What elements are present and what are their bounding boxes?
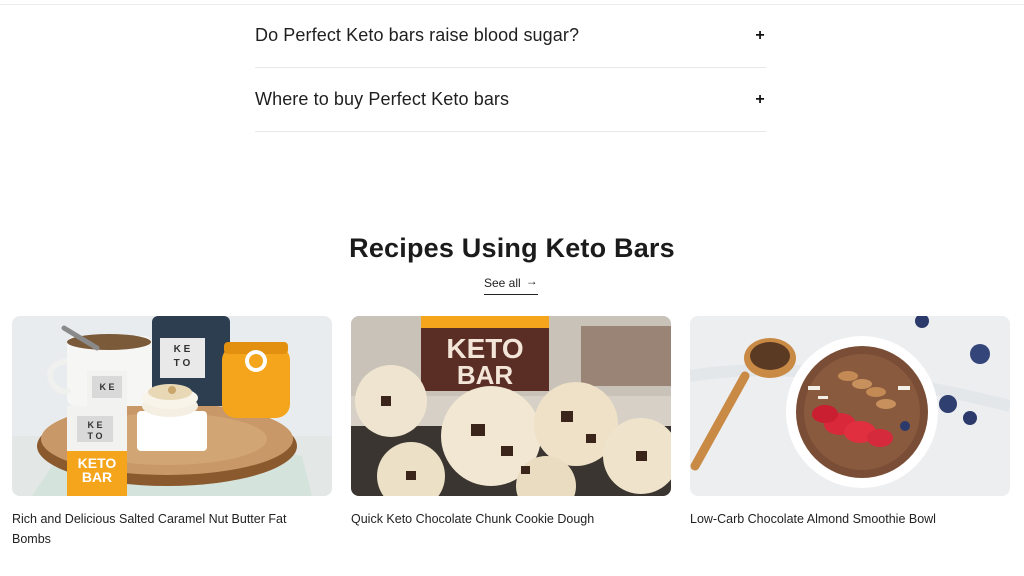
svg-text:K E: K E bbox=[174, 344, 191, 355]
recipe-card-cookie-dough[interactable]: KETO BAR Quick Keto Chocolate Chunk Cook… bbox=[351, 316, 671, 529]
see-all-label: See all bbox=[484, 275, 521, 290]
faq-item-where-to-buy[interactable]: Where to buy Perfect Keto bars + bbox=[255, 68, 766, 132]
svg-text:K E: K E bbox=[99, 382, 114, 392]
faq-question: Where to buy Perfect Keto bars bbox=[255, 89, 510, 109]
svg-text:T O: T O bbox=[174, 358, 191, 369]
faq-question: Do Perfect Keto bars raise blood sugar? bbox=[255, 25, 580, 45]
plus-icon[interactable]: + bbox=[754, 27, 766, 45]
recipe-cards: K E T O K E K E T O KETO BAR Rich and De… bbox=[12, 316, 1010, 556]
recipe-title[interactable]: Quick Keto Chocolate Chunk Cookie Dough bbox=[351, 509, 651, 529]
svg-text:BAR: BAR bbox=[457, 360, 514, 390]
svg-text:BAR: BAR bbox=[82, 469, 112, 485]
recipe-title[interactable]: Low-Carb Chocolate Almond Smoothie Bowl bbox=[690, 509, 990, 529]
recipes-section-title: Recipes Using Keto Bars bbox=[349, 233, 675, 263]
faq-item-blood-sugar[interactable]: Do Perfect Keto bars raise blood sugar? … bbox=[255, 4, 766, 68]
recipe-card-smoothie-bowl[interactable]: Low-Carb Chocolate Almond Smoothie Bowl bbox=[690, 316, 1010, 529]
see-all-link[interactable]: See all → bbox=[484, 273, 538, 295]
recipe-image-cookie-dough[interactable]: KETO BAR bbox=[351, 316, 671, 496]
recipe-title[interactable]: Rich and Delicious Salted Caramel Nut Bu… bbox=[12, 509, 312, 549]
recipe-card-fat-bombs[interactable]: K E T O K E K E T O KETO BAR Rich and De… bbox=[12, 316, 332, 549]
plus-icon[interactable]: + bbox=[754, 91, 766, 109]
faq-list: Do Perfect Keto bars raise blood sugar? … bbox=[255, 4, 766, 132]
recipe-image-smoothie-bowl[interactable] bbox=[690, 316, 1010, 496]
arrow-right-icon: → bbox=[525, 273, 538, 288]
svg-text:K E: K E bbox=[87, 420, 102, 430]
svg-text:T O: T O bbox=[88, 431, 103, 441]
recipe-image-fat-bombs[interactable]: K E T O K E K E T O KETO BAR bbox=[12, 316, 332, 496]
